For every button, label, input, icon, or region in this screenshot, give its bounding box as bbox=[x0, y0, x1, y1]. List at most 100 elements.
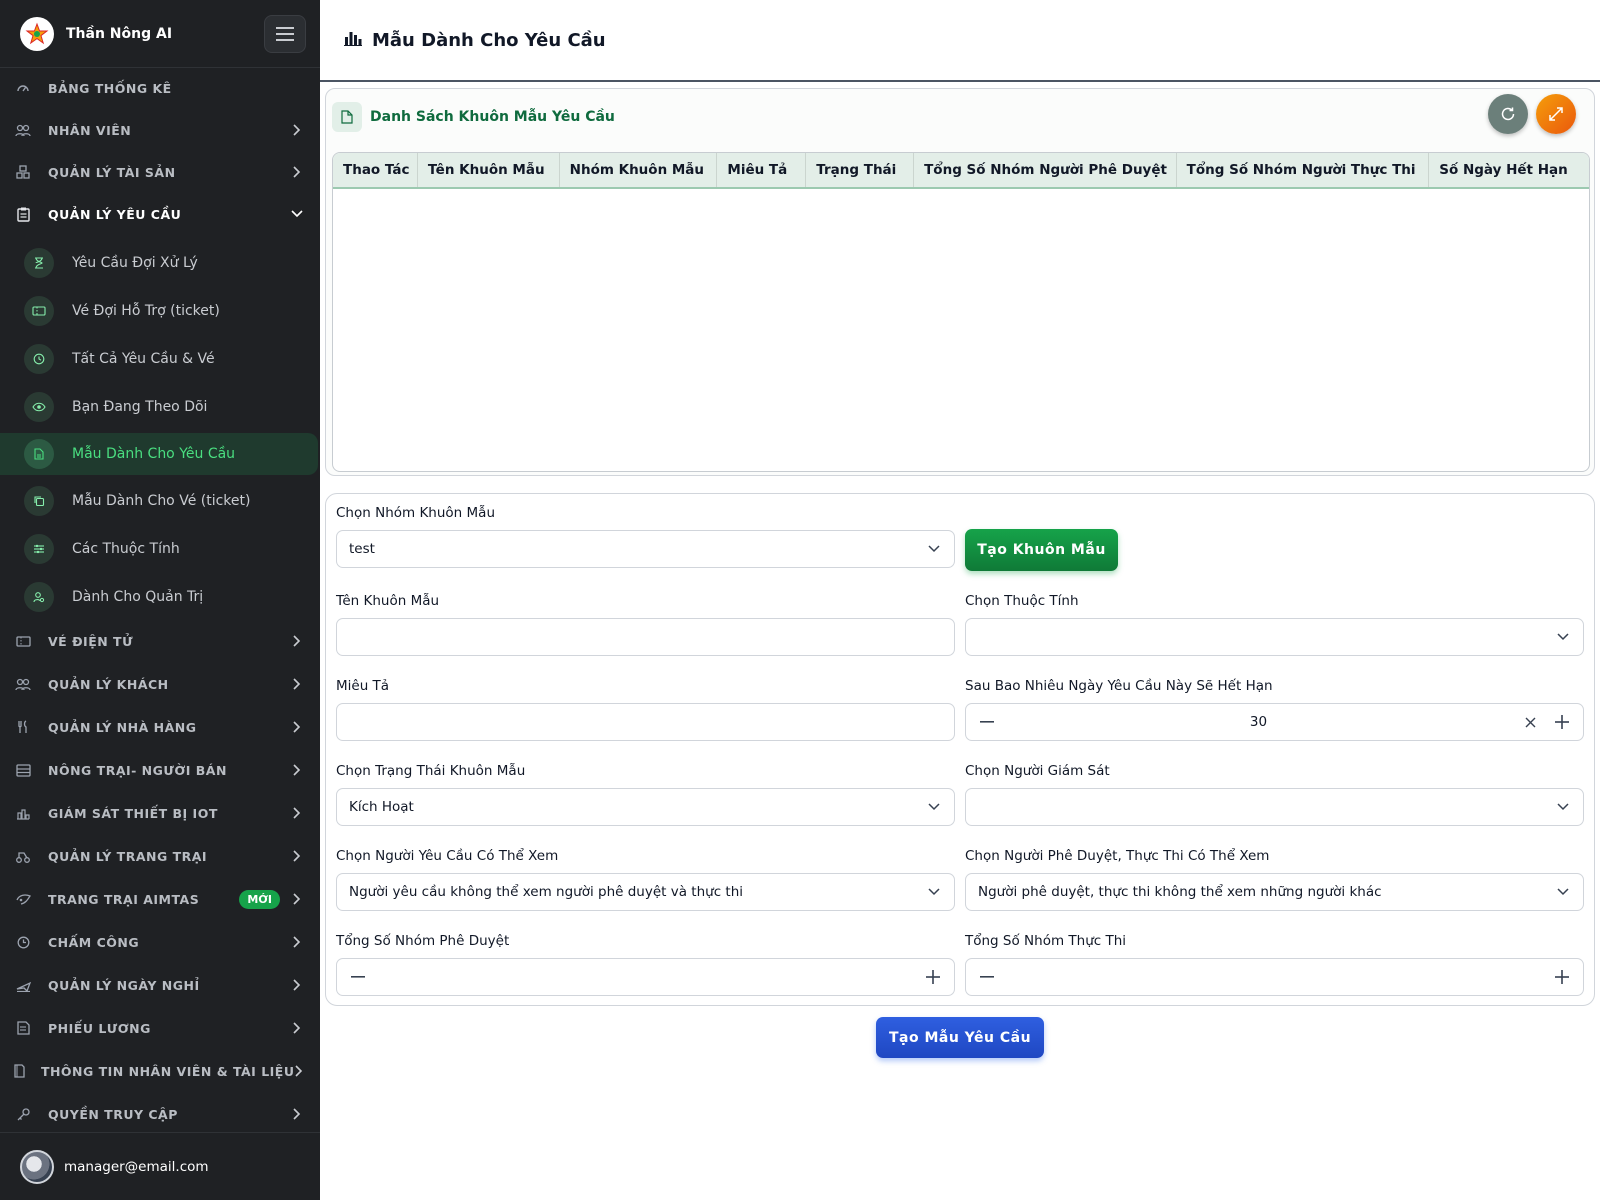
brand-bar: Thần Nông AI bbox=[0, 0, 320, 68]
sub-item-following[interactable]: Bạn Đang Theo Dõi bbox=[0, 386, 320, 428]
nav-label: QUẢN LÝ TÀI SẢN bbox=[48, 164, 176, 180]
approval-groups-label: Tổng Số Nhóm Phê Duyệt bbox=[336, 933, 510, 949]
approver-view-label: Chọn Người Phê Duyệt, Thực Thi Có Thể Xe… bbox=[965, 848, 1270, 864]
execution-groups-stepper[interactable] bbox=[965, 958, 1584, 996]
expiry-stepper[interactable]: 30 bbox=[965, 703, 1584, 741]
group-label: Chọn Nhóm Khuôn Mẫu bbox=[336, 505, 495, 521]
nav-label: NHÂN VIÊN bbox=[48, 122, 132, 138]
template-list-card: Danh Sách Khuôn Mẫu Yêu Cầu Thao Tác Tên… bbox=[325, 88, 1595, 476]
nav-item-guests[interactable]: QUẢN LÝ KHÁCH bbox=[0, 664, 320, 704]
approver-view-select[interactable]: Người phê duyệt, thực thi không thể xem … bbox=[965, 873, 1584, 911]
sub-item-request-templates[interactable]: Mẫu Dành Cho Yêu Cầu bbox=[0, 433, 318, 475]
description-input[interactable] bbox=[336, 703, 955, 741]
chevron-right-icon bbox=[290, 935, 304, 949]
brand-title: Thần Nông AI bbox=[66, 25, 173, 42]
sub-label: Vé Đợi Hỗ Trợ (ticket) bbox=[72, 303, 220, 319]
column-header[interactable]: Tên Khuôn Mẫu bbox=[418, 153, 560, 187]
sub-label: Dành Cho Quản Trị bbox=[72, 589, 204, 605]
clear-icon[interactable] bbox=[1521, 713, 1539, 731]
nav-item-payslip[interactable]: PHIẾU LƯƠNG bbox=[0, 1008, 320, 1048]
column-header[interactable]: Tổng Số Nhóm Người Thực Thi bbox=[1177, 153, 1430, 187]
requester-view-select[interactable]: Người yêu cầu không thể xem người phê du… bbox=[336, 873, 955, 911]
nav-item-requests[interactable]: QUẢN LÝ YÊU CẦU bbox=[0, 194, 320, 234]
user-menu[interactable]: manager@email.com bbox=[0, 1132, 320, 1200]
menu-toggle-button[interactable] bbox=[264, 14, 306, 53]
group-select[interactable]: test bbox=[336, 530, 955, 568]
nav-label: QUẢN LÝ NGÀY NGHỈ bbox=[48, 977, 200, 993]
plus-icon[interactable] bbox=[1553, 713, 1571, 731]
nav-label: BẢNG THỐNG KÊ bbox=[48, 80, 172, 96]
column-header[interactable]: Số Ngày Hết Hạn bbox=[1429, 153, 1589, 187]
refresh-button[interactable] bbox=[1488, 94, 1528, 134]
column-header[interactable]: Miêu Tả bbox=[717, 153, 807, 187]
approver-view-value: Người phê duyệt, thực thi không thể xem … bbox=[978, 884, 1382, 900]
column-header[interactable]: Trạng Thái bbox=[806, 153, 915, 187]
create-request-template-button[interactable]: Tạo Mẫu Yêu Cầu bbox=[876, 1017, 1044, 1058]
chevron-right-icon bbox=[290, 806, 304, 820]
chevron-right-icon bbox=[290, 1021, 304, 1035]
farm-seller-icon bbox=[12, 759, 34, 781]
minus-icon[interactable] bbox=[978, 713, 996, 731]
sub-item-all-requests[interactable]: Tất Cả Yêu Cầu & Vé bbox=[0, 338, 320, 380]
sub-item-ticket-templates[interactable]: Mẫu Dành Cho Vé (ticket) bbox=[0, 480, 320, 522]
expand-icon bbox=[1549, 107, 1563, 121]
attribute-select[interactable] bbox=[965, 618, 1584, 656]
expand-button[interactable] bbox=[1536, 94, 1576, 134]
card-header: Danh Sách Khuôn Mẫu Yêu Cầu bbox=[326, 89, 1594, 145]
minus-icon[interactable] bbox=[978, 968, 996, 986]
nav-label: NÔNG TRẠI- NGƯỜI BÁN bbox=[48, 762, 227, 778]
chevron-right-icon bbox=[290, 849, 304, 863]
column-header[interactable]: Tổng Số Nhóm Người Phê Duyệt bbox=[914, 153, 1177, 187]
chevron-right-icon bbox=[290, 677, 304, 691]
chevron-right-icon bbox=[290, 634, 304, 648]
nav-item-employees[interactable]: NHÂN VIÊN bbox=[0, 110, 320, 150]
create-group-button[interactable]: Tạo Khuôn Mẫu bbox=[965, 529, 1118, 571]
eye-icon bbox=[24, 392, 54, 422]
nav-item-timekeeping[interactable]: CHẤM CÔNG bbox=[0, 922, 320, 962]
sub-item-pending-requests[interactable]: Yêu Cầu Đợi Xử Lý bbox=[0, 242, 320, 284]
nav-label: THÔNG TIN NHÂN VIÊN & TÀI LIỆU bbox=[40, 1063, 295, 1079]
clipboard-icon bbox=[12, 203, 34, 225]
nav-item-iot[interactable]: GIÁM SÁT THIẾT BỊ IOT bbox=[0, 793, 320, 833]
nav-item-farm[interactable]: QUẢN LÝ TRANG TRẠI bbox=[0, 836, 320, 876]
nav-label: QUYỀN TRUY CẬP bbox=[48, 1106, 178, 1122]
user-email: manager@email.com bbox=[64, 1158, 209, 1175]
column-header[interactable]: Thao Tác bbox=[333, 153, 418, 187]
name-input[interactable] bbox=[336, 618, 955, 656]
history-icon bbox=[24, 344, 54, 374]
sub-label: Tất Cả Yêu Cầu & Vé bbox=[72, 351, 215, 367]
dashboard-icon bbox=[12, 77, 34, 99]
minus-icon[interactable] bbox=[349, 968, 367, 986]
plus-icon[interactable] bbox=[1553, 968, 1571, 986]
table-body bbox=[333, 189, 1589, 471]
assets-icon bbox=[12, 161, 34, 183]
group-select-value: test bbox=[349, 541, 375, 557]
nav-item-e-tickets[interactable]: VÉ ĐIỆN TỬ bbox=[0, 621, 320, 661]
sub-label: Mẫu Dành Cho Yêu Cầu bbox=[72, 446, 236, 462]
chevron-right-icon bbox=[290, 892, 304, 906]
sub-item-pending-tickets[interactable]: Vé Đợi Hỗ Trợ (ticket) bbox=[0, 290, 320, 332]
chevron-right-icon bbox=[290, 763, 304, 777]
nav-item-dashboard[interactable]: BẢNG THỐNG KÊ bbox=[0, 68, 320, 108]
sub-item-admin[interactable]: Dành Cho Quản Trị bbox=[0, 576, 320, 618]
plus-icon[interactable] bbox=[924, 968, 942, 986]
nav-item-farm-seller[interactable]: NÔNG TRẠI- NGƯỜI BÁN bbox=[0, 750, 320, 790]
chevron-right-icon bbox=[290, 978, 304, 992]
brand-logo-icon[interactable] bbox=[20, 16, 54, 51]
nav-item-access[interactable]: QUYỀN TRUY CẬP bbox=[0, 1094, 320, 1134]
sub-item-attributes[interactable]: Các Thuộc Tính bbox=[0, 528, 320, 570]
approval-groups-stepper[interactable] bbox=[336, 958, 955, 996]
name-label: Tên Khuôn Mẫu bbox=[336, 593, 440, 609]
sub-label: Bạn Đang Theo Dõi bbox=[72, 399, 208, 415]
status-select[interactable]: Kích Hoạt bbox=[336, 788, 955, 826]
nav-item-restaurant[interactable]: QUẢN LÝ NHÀ HÀNG bbox=[0, 707, 320, 747]
supervisor-select[interactable] bbox=[965, 788, 1584, 826]
column-header[interactable]: Nhóm Khuôn Mẫu bbox=[560, 153, 718, 187]
chevron-right-icon bbox=[290, 720, 304, 734]
nav-item-assets[interactable]: QUẢN LÝ TÀI SẢN bbox=[0, 152, 320, 192]
page-header: Mẫu Dành Cho Yêu Cầu bbox=[320, 0, 1600, 82]
nav-item-employee-docs[interactable]: THÔNG TIN NHÂN VIÊN & TÀI LIỆU bbox=[0, 1051, 320, 1091]
requester-view-value: Người yêu cầu không thể xem người phê du… bbox=[349, 884, 744, 900]
nav-item-aimtas[interactable]: TRANG TRẠI AIMTAS MỚI bbox=[0, 879, 320, 919]
nav-item-leave[interactable]: QUẢN LÝ NGÀY NGHỈ bbox=[0, 965, 320, 1005]
